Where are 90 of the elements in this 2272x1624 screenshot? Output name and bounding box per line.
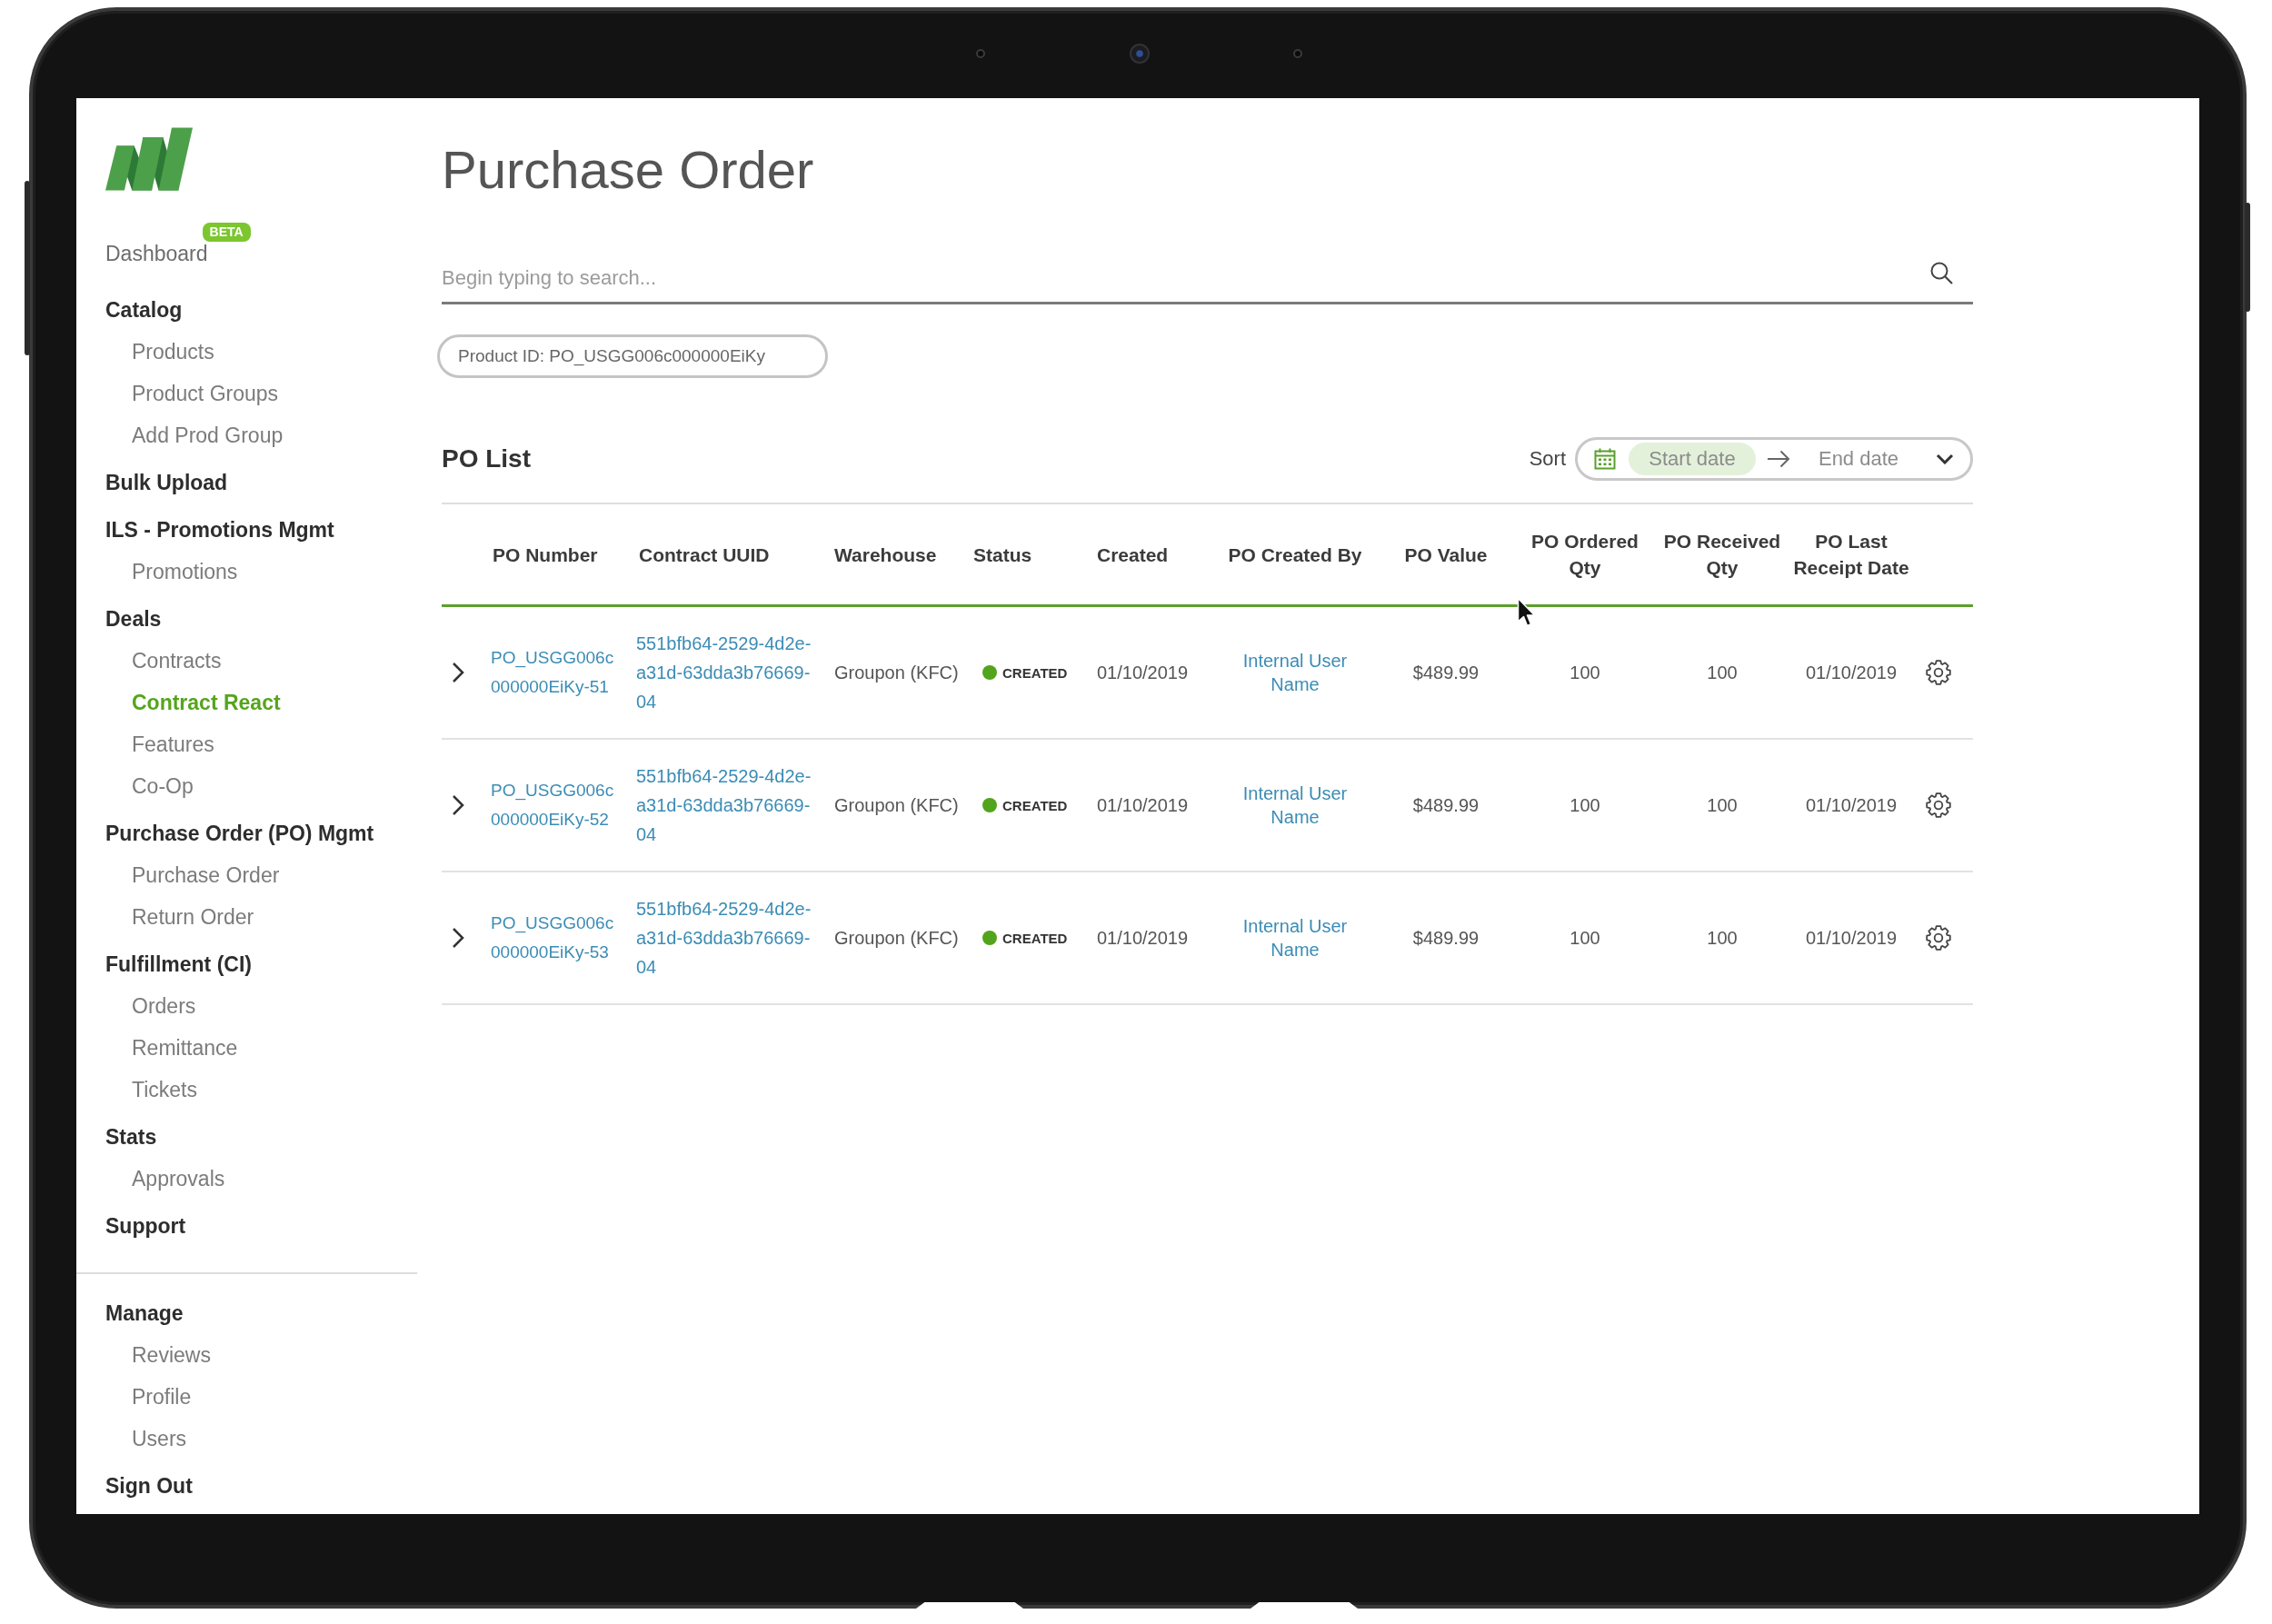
nav-item[interactable]: Features [132, 723, 214, 765]
nav-item[interactable]: Users [132, 1418, 187, 1460]
camera-icon [1130, 44, 1150, 64]
settings-button[interactable] [1926, 925, 1951, 951]
nav-group-heading[interactable]: Support [105, 1205, 186, 1247]
created-by-link[interactable]: Internal User Name [1227, 649, 1363, 696]
nav-item[interactable]: Reviews [132, 1334, 211, 1376]
status-label: CREATED [1002, 797, 1068, 813]
warehouse-cell: Groupon (KFC) [834, 794, 959, 816]
settings-icon [1926, 660, 1951, 685]
filter-chip[interactable]: Product ID: PO_USGG006c000000EiKy [437, 334, 828, 378]
nav-item[interactable]: Tickets [132, 1069, 197, 1111]
received-qty-cell: 100 [1707, 662, 1738, 683]
nav-group-heading[interactable]: Deals [105, 598, 162, 640]
date-range-picker[interactable]: Start date End date [1575, 437, 1973, 481]
nav-item[interactable]: Return Order [132, 896, 254, 938]
last-receipt-date-cell: 01/10/2019 [1805, 927, 1898, 949]
po-value-cell: $489.99 [1412, 927, 1480, 949]
warehouse-cell: Groupon (KFC) [834, 662, 959, 683]
chevron-down-icon[interactable] [1936, 453, 1954, 464]
created-by-link[interactable]: Internal User Name [1227, 782, 1363, 829]
nav-item[interactable]: Products [132, 331, 214, 373]
nav-group-heading[interactable]: Sign Out [105, 1465, 193, 1507]
calendar-icon [1594, 448, 1616, 470]
nav-item[interactable]: Purchase Order [132, 854, 280, 896]
nav-item[interactable]: Remittance [132, 1027, 238, 1069]
sensor-icon [1293, 49, 1302, 58]
po-value-cell: $489.99 [1412, 662, 1480, 683]
column-header: Created [1097, 543, 1169, 567]
nav-item[interactable]: Add Prod Group [132, 414, 284, 456]
received-qty-cell: 100 [1707, 794, 1738, 816]
nav-item[interactable]: Co-Op [132, 765, 194, 807]
column-header: Warehouse [834, 543, 937, 567]
column-header: Contract UUID [639, 543, 770, 567]
settings-button[interactable] [1926, 660, 1951, 685]
nav-item[interactable]: Orders [132, 985, 196, 1027]
sensor-icon [976, 49, 985, 58]
received-qty-cell: 100 [1707, 927, 1738, 949]
column-header: PO Received Qty [1662, 530, 1782, 580]
nav-item[interactable]: Product Groups [132, 373, 279, 414]
column-header: PO Last Receipt Date [1792, 530, 1910, 580]
nav-item[interactable]: Approvals [132, 1158, 225, 1200]
settings-button[interactable] [1926, 792, 1951, 818]
created-date-cell: 01/10/2019 [1097, 927, 1189, 949]
contract-uuid-link[interactable]: 551bfb64-2529-4d2e-a31d-63dda3b76669-04 [636, 894, 815, 981]
nav-group-heading[interactable]: Purchase Order (PO) Mgmt [105, 812, 374, 854]
po-number-link[interactable]: PO_USGG006c000000EiKy-53 [491, 909, 618, 967]
nav-group-heading[interactable]: Manage [105, 1292, 184, 1334]
nav-group-heading[interactable]: Stats [105, 1116, 157, 1158]
search-field[interactable]: Begin typing to search... [442, 254, 1973, 304]
logo-icon[interactable] [105, 127, 193, 191]
status-label: CREATED [1002, 930, 1068, 946]
nav-group-heading[interactable]: ILS - Promotions Mgmt [105, 509, 334, 551]
end-date-field[interactable]: End date [1799, 443, 1918, 475]
contract-uuid-link[interactable]: 551bfb64-2529-4d2e-a31d-63dda3b76669-04 [636, 629, 815, 716]
created-by-link[interactable]: Internal User Name [1227, 914, 1363, 961]
column-header: PO Value [1404, 543, 1488, 567]
contract-uuid-link[interactable]: 551bfb64-2529-4d2e-a31d-63dda3b76669-04 [636, 762, 815, 849]
created-date-cell: 01/10/2019 [1097, 794, 1189, 816]
search-icon[interactable] [1929, 261, 1953, 284]
page-title: Purchase Order [442, 139, 814, 201]
column-header: PO Number [493, 543, 598, 567]
ordered-qty-cell: 100 [1569, 794, 1600, 816]
created-date-cell: 01/10/2019 [1097, 662, 1189, 683]
section-title: PO List [442, 444, 531, 473]
sort-label: Sort [1529, 447, 1566, 471]
beta-badge: BETA [202, 223, 251, 242]
ordered-qty-cell: 100 [1569, 662, 1600, 683]
nav-item[interactable]: Contract React [132, 682, 281, 723]
nav-item[interactable]: Profile [132, 1376, 192, 1418]
nav-group-heading[interactable]: Catalog [105, 289, 183, 331]
po-number-link[interactable]: PO_USGG006c000000EiKy-52 [491, 776, 618, 834]
settings-icon [1926, 792, 1951, 818]
po-number-link[interactable]: PO_USGG006c000000EiKy-51 [491, 643, 618, 702]
nav-group-heading[interactable]: Fulfillment (CI) [105, 943, 252, 985]
settings-icon [1926, 925, 1951, 951]
arrow-right-icon [1767, 450, 1790, 468]
nav-group-heading[interactable]: Bulk Upload [105, 462, 228, 503]
column-header: PO Created By [1228, 543, 1362, 567]
nav-item[interactable]: Promotions [132, 551, 238, 593]
start-date-field[interactable]: Start date [1629, 443, 1756, 475]
column-header: PO Ordered Qty [1530, 530, 1639, 580]
nav-item[interactable]: Contracts [132, 640, 222, 682]
last-receipt-date-cell: 01/10/2019 [1805, 794, 1898, 816]
ordered-qty-cell: 100 [1569, 927, 1600, 949]
status-label: CREATED [1002, 664, 1068, 681]
last-receipt-date-cell: 01/10/2019 [1805, 662, 1898, 683]
po-value-cell: $489.99 [1412, 794, 1480, 816]
column-header: Status [973, 543, 1032, 567]
warehouse-cell: Groupon (KFC) [834, 927, 959, 949]
